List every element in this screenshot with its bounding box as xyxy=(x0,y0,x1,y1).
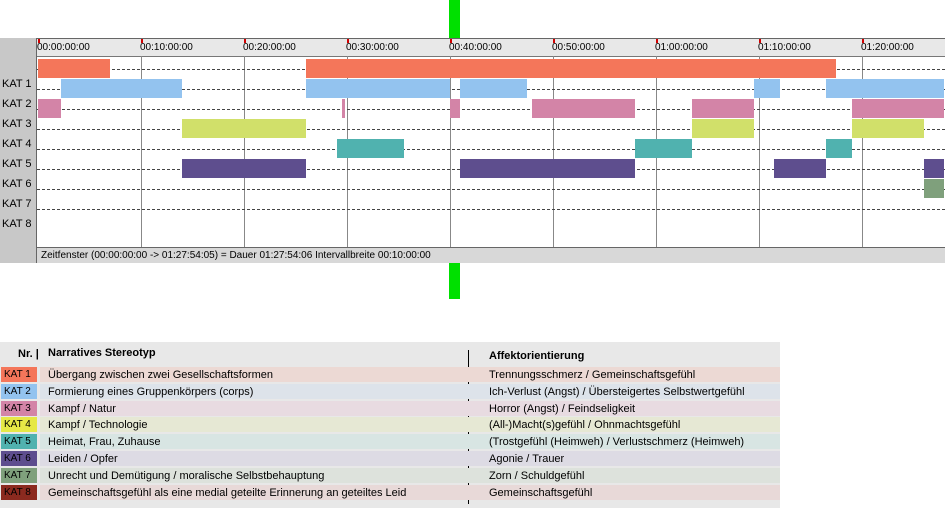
legend-stereotype-text: Formierung eines Gruppenkörpers (corps) xyxy=(48,385,254,398)
segment-bar-kat-4[interactable] xyxy=(182,119,306,138)
playhead-marker-bottom[interactable] xyxy=(449,263,460,299)
legend-row-kat-8: KAT 8 Gemeinschaftsgefühl als eine medial… xyxy=(0,484,780,501)
row-label-kat-1: KAT 1 xyxy=(2,78,32,90)
legend-row-kat-7: KAT 7 Unrecht und Demütigung / moralische… xyxy=(0,467,780,484)
gridline xyxy=(553,56,554,247)
legend-category-swatch: KAT 4 xyxy=(1,417,37,433)
segment-bar-kat-6[interactable] xyxy=(774,159,826,178)
ruler-tick-label: 00:50:00:00 xyxy=(552,42,605,53)
legend-row-kat-4: KAT 4 Kampf / Technologie (All-)Macht(s)ge… xyxy=(0,417,780,433)
playhead-marker-top[interactable] xyxy=(449,0,460,38)
segment-bar-kat-3[interactable] xyxy=(692,99,754,118)
ruler-tick-label: 01:00:00:00 xyxy=(655,42,708,53)
ruler-tick-label: 00:20:00:00 xyxy=(243,42,296,53)
legend-affect-text: Ich-Verlust (Angst) / Übersteigertes Sel… xyxy=(489,385,745,398)
status-bar: Zeitfenster (00:00:00:00 -> 01:27:54:05)… xyxy=(37,247,945,263)
segment-bar-kat-2[interactable] xyxy=(60,79,183,98)
legend-stereotype-text: Kampf / Natur xyxy=(48,402,116,415)
segment-bar-kat-4[interactable] xyxy=(851,119,924,138)
legend-row-kat-3: KAT 3 Kampf / Natur Horror (Angst) / Feind… xyxy=(0,400,780,417)
legend-category-swatch: KAT 5 xyxy=(1,434,37,450)
legend-stereotype-text: Kampf / Technologie xyxy=(48,419,148,432)
row-label-kat-3: KAT 3 xyxy=(2,118,32,130)
ruler-tick-label: 00:30:00:00 xyxy=(346,42,399,53)
segment-bar-kat-6[interactable] xyxy=(923,159,945,178)
segment-bar-kat-5[interactable] xyxy=(825,139,852,158)
legend-stereotype-text: Gemeinschaftsgefühl als eine medial gete… xyxy=(48,486,407,499)
segment-bar-kat-5[interactable] xyxy=(336,139,404,158)
legend-category-swatch: KAT 6 xyxy=(1,451,37,466)
segment-bar-kat-3[interactable] xyxy=(38,99,61,118)
segment-bar-kat-2[interactable] xyxy=(753,79,780,98)
ruler-tick-label: 00:00:00:00 xyxy=(37,42,90,53)
row-label-kat-5: KAT 5 xyxy=(2,158,32,170)
legend-affect-text: Gemeinschaftsgefühl xyxy=(489,486,593,499)
legend-category-swatch: KAT 7 xyxy=(1,467,37,483)
legend-header-nr: Nr. | xyxy=(18,348,39,360)
legend-stereotype-text: Unrecht und Demütigung / moralische Selb… xyxy=(48,469,325,482)
legend-header-stereotype: Narratives Stereotyp xyxy=(48,347,156,359)
row-baseline xyxy=(37,209,945,210)
timeline-plot[interactable]: 00:00:00:00 00:10:00:00 00:20:00:00 00:30:0… xyxy=(36,38,945,263)
legend-stereotype-text: Heimat, Frau, Zuhause xyxy=(48,436,161,449)
segment-bar-kat-7[interactable] xyxy=(923,179,945,198)
row-baseline xyxy=(37,129,945,130)
segment-bar-kat-3[interactable] xyxy=(851,99,945,118)
legend-stereotype-text: Übergang zwischen zwei Gesellschaftsform… xyxy=(48,369,273,381)
segment-bar-kat-2[interactable] xyxy=(305,79,450,98)
segment-bar-kat-4[interactable] xyxy=(692,119,754,138)
legend-category-swatch: KAT 1 xyxy=(1,367,37,382)
segment-bar-kat-6[interactable] xyxy=(182,159,306,178)
timeline-panel: KAT 1 KAT 2 KAT 3 KAT 4 KAT 5 KAT 6 KAT 7 KAT 8… xyxy=(0,38,945,263)
legend-category-swatch: KAT 3 xyxy=(1,400,37,416)
segment-bar-kat-6[interactable] xyxy=(460,159,636,178)
legend-category-swatch: KAT 8 xyxy=(1,484,37,500)
ruler-tick-label: 00:10:00:00 xyxy=(140,42,193,53)
legend-header-affect: Affektorientierung xyxy=(489,350,585,362)
row-label-kat-8: KAT 8 xyxy=(2,218,32,230)
legend-row-kat-1: KAT 1 Übergang zwischen zwei Gesellschaft… xyxy=(0,367,780,383)
segment-bar-kat-5[interactable] xyxy=(635,139,693,158)
segment-bar-kat-3[interactable] xyxy=(450,99,461,118)
segment-bar-kat-1[interactable] xyxy=(305,59,837,78)
ruler-tick-label: 01:20:00:00 xyxy=(861,42,914,53)
legend-row-background xyxy=(40,451,780,466)
row-baseline xyxy=(37,189,945,190)
legend-category-swatch: KAT 2 xyxy=(1,383,37,399)
legend-affect-text: Agonie / Trauer xyxy=(489,453,565,465)
legend-row-kat-6: KAT 6 Leiden / Opfer Agonie / Trauer xyxy=(0,451,780,467)
legend-row-background xyxy=(40,400,780,416)
row-label-kat-2: KAT 2 xyxy=(2,98,32,110)
legend-affect-text: Trennungsschmerz / Gemeinschaftsgefühl xyxy=(489,369,696,381)
segment-bar-kat-1[interactable] xyxy=(38,59,111,78)
legend-row-kat-5: KAT 5 Heimat, Frau, Zuhause (Trostgefühl (… xyxy=(0,434,780,450)
legend-affect-text: Zorn / Schuldgefühl xyxy=(489,469,585,482)
legend-row-kat-2: KAT 2 Formierung eines Gruppenkörpers (co… xyxy=(0,383,780,400)
row-label-kat-6: KAT 6 xyxy=(2,178,32,190)
ruler-tick-label: 00:40:00:00 xyxy=(449,42,502,53)
legend-stereotype-text: Leiden / Opfer xyxy=(48,453,118,465)
segment-bar-kat-3[interactable] xyxy=(532,99,636,118)
segment-bar-kat-3[interactable] xyxy=(341,99,345,118)
row-label-kat-4: KAT 4 xyxy=(2,138,32,150)
legend-affect-text: (Trostgefühl (Heimweh) / Verlustschmerz … xyxy=(489,436,745,449)
legend-affect-text: Horror (Angst) / Feindseligkeit xyxy=(489,402,636,415)
row-baseline xyxy=(37,109,945,110)
gridline xyxy=(244,56,245,247)
time-ruler[interactable]: 00:00:00:00 00:10:00:00 00:20:00:00 00:30:0… xyxy=(37,39,945,57)
legend-affect-text: (All-)Macht(s)gefühl / Ohnmachtsgefühl xyxy=(489,419,681,432)
gridline xyxy=(450,56,451,247)
row-baseline xyxy=(37,149,945,150)
ruler-tick-label: 01:10:00:00 xyxy=(758,42,811,53)
legend-table: Nr. | Narratives Stereotyp Affektorienti… xyxy=(0,342,780,508)
row-label-kat-7: KAT 7 xyxy=(2,198,32,210)
segment-bar-kat-2[interactable] xyxy=(460,79,528,98)
segment-bar-kat-2[interactable] xyxy=(825,79,945,98)
